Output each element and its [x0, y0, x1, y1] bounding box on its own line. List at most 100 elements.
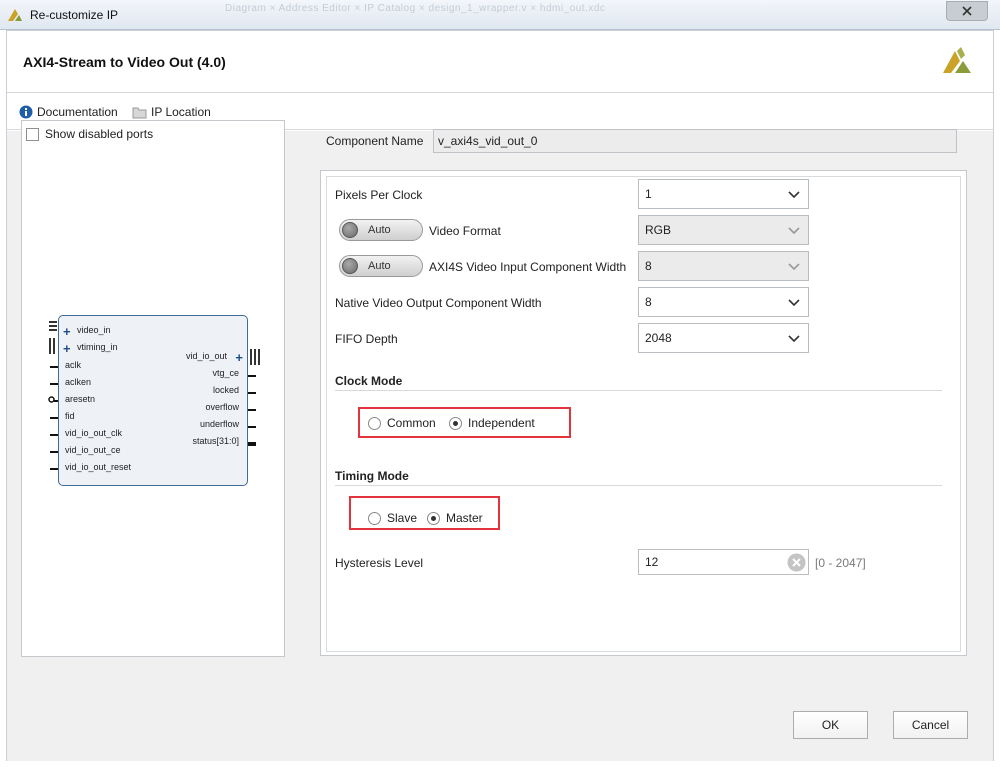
timing-mode-title: Timing Mode — [335, 469, 409, 483]
toggle-knob — [342, 258, 358, 274]
port-label: vid_io_out_clk — [65, 428, 123, 438]
video-format-auto-toggle[interactable]: Auto — [339, 219, 423, 241]
pixels-per-clock-select[interactable]: 1 — [638, 179, 809, 209]
native-width-label: Native Video Output Component Width — [335, 296, 542, 310]
chevron-down-icon — [788, 263, 800, 271]
show-disabled-ports-option[interactable]: Show disabled ports — [26, 127, 153, 141]
vivado-logo-icon — [943, 47, 971, 73]
port-label: vid_io_out_reset — [65, 462, 132, 472]
dialog-header: AXI4-Stream to Video Out (4.0) — [7, 31, 993, 93]
port-label: status[31:0] — [192, 436, 239, 446]
cancel-button[interactable]: Cancel — [893, 711, 968, 739]
inverted-pin-icon — [48, 396, 55, 403]
fifo-depth-label: FIFO Depth — [335, 332, 398, 346]
component-name-label: Component Name — [326, 134, 424, 148]
radio-label: Slave — [387, 511, 418, 525]
native-width-select[interactable]: 8 — [638, 287, 809, 317]
parameter-box: Pixels Per Clock 1 Auto Video Format RGB… — [320, 170, 967, 656]
chevron-down-icon — [788, 335, 800, 343]
bus-connector-icon — [250, 349, 260, 365]
parameter-panel: Component Name v_axi4s_vid_out_0 Pixels … — [320, 120, 980, 660]
symbol-panel: Show disabled ports + video_in + vtiming… — [21, 120, 285, 657]
input-width-value: 8 — [645, 259, 652, 273]
ip-location-label: IP Location — [151, 105, 211, 119]
close-button[interactable] — [946, 1, 988, 21]
video-format-select[interactable]: RGB — [638, 215, 809, 245]
radio-label: Independent — [468, 416, 535, 430]
show-disabled-ports-checkbox[interactable] — [26, 127, 39, 141]
pixels-per-clock-label: Pixels Per Clock — [335, 188, 423, 202]
port-label: vtiming_in — [77, 342, 118, 352]
pixels-per-clock-value: 1 — [645, 187, 652, 201]
chevron-down-icon — [788, 299, 800, 307]
radio-label: Master — [446, 511, 483, 525]
port-pin — [248, 392, 256, 394]
ip-symbol-block: + video_in + vtiming_in aclk aclken ares… — [58, 315, 248, 486]
chevron-down-icon — [788, 227, 800, 235]
clear-icon[interactable] — [787, 553, 806, 572]
background-tabs: Diagram × Address Editor × IP Catalog × … — [225, 3, 606, 14]
port-label: aresetn — [65, 394, 96, 404]
radio-label: Common — [387, 416, 436, 430]
port-pin — [50, 434, 58, 436]
port-pin — [50, 383, 58, 385]
ip-title: AXI4-Stream to Video Out (4.0) — [23, 54, 226, 70]
toggle-knob — [342, 222, 358, 238]
port-label: overflow — [205, 402, 239, 412]
component-name-field[interactable]: v_axi4s_vid_out_0 — [433, 129, 957, 153]
show-disabled-ports-label: Show disabled ports — [45, 127, 154, 141]
timing-mode-slave-radio[interactable] — [368, 511, 381, 525]
clock-mode-title: Clock Mode — [335, 374, 403, 388]
folder-icon — [132, 107, 147, 118]
port-label: vid_io_out_ce — [65, 445, 121, 455]
timing-mode-master-radio[interactable] — [427, 511, 440, 525]
port-pin — [248, 426, 256, 428]
fifo-depth-value: 2048 — [645, 331, 672, 345]
vivado-app-icon — [8, 9, 22, 21]
hysteresis-value: 12 — [645, 555, 659, 569]
port-label: aclk — [65, 360, 82, 370]
port-pin — [248, 375, 256, 377]
video-format-label: Video Format — [429, 224, 501, 238]
video-format-value: RGB — [645, 223, 672, 237]
timing-mode-master-option[interactable]: Master — [427, 511, 483, 525]
port-label: video_in — [77, 325, 111, 335]
timing-mode-slave-option[interactable]: Slave — [368, 511, 417, 525]
input-width-select[interactable]: 8 — [638, 251, 809, 281]
fifo-depth-select[interactable]: 2048 — [638, 323, 809, 353]
native-width-value: 8 — [645, 295, 652, 309]
window-titlebar: Re-customize IP Diagram × Address Editor… — [0, 0, 1000, 30]
chevron-down-icon — [788, 191, 800, 199]
port-label: aclken — [65, 377, 92, 387]
expand-plus-icon[interactable]: + — [235, 351, 243, 364]
port-pin — [50, 366, 58, 368]
input-width-auto-toggle[interactable]: Auto — [339, 255, 423, 277]
info-icon — [19, 105, 33, 119]
hysteresis-input[interactable]: 12 — [638, 549, 809, 575]
clock-mode-independent-radio[interactable] — [449, 416, 462, 430]
close-icon — [962, 6, 972, 16]
hysteresis-range: [0 - 2047] — [815, 556, 866, 570]
ip-location-button[interactable]: IP Location — [132, 105, 211, 119]
port-label: vid_io_out — [185, 351, 227, 361]
clock-mode-common-option[interactable]: Common — [368, 416, 436, 430]
expand-plus-icon[interactable]: + — [63, 325, 71, 338]
expand-plus-icon[interactable]: + — [63, 342, 71, 355]
port-pin — [50, 451, 58, 453]
documentation-button[interactable]: Documentation — [19, 105, 118, 119]
toggle-label: Auto — [368, 260, 391, 272]
documentation-label: Documentation — [37, 105, 118, 119]
clock-mode-independent-option[interactable]: Independent — [449, 416, 535, 430]
hysteresis-label: Hysteresis Level — [335, 556, 424, 570]
port-label: underflow — [199, 419, 239, 429]
toggle-label: Auto — [368, 224, 391, 236]
section-divider — [335, 485, 942, 486]
port-pin — [50, 468, 58, 470]
port-label: fid — [65, 411, 75, 421]
section-divider — [335, 390, 942, 391]
ok-button[interactable]: OK — [793, 711, 868, 739]
port-pin — [50, 417, 58, 419]
window-title: Re-customize IP — [30, 8, 119, 22]
port-bus-pin — [248, 442, 256, 446]
clock-mode-common-radio[interactable] — [368, 416, 381, 430]
